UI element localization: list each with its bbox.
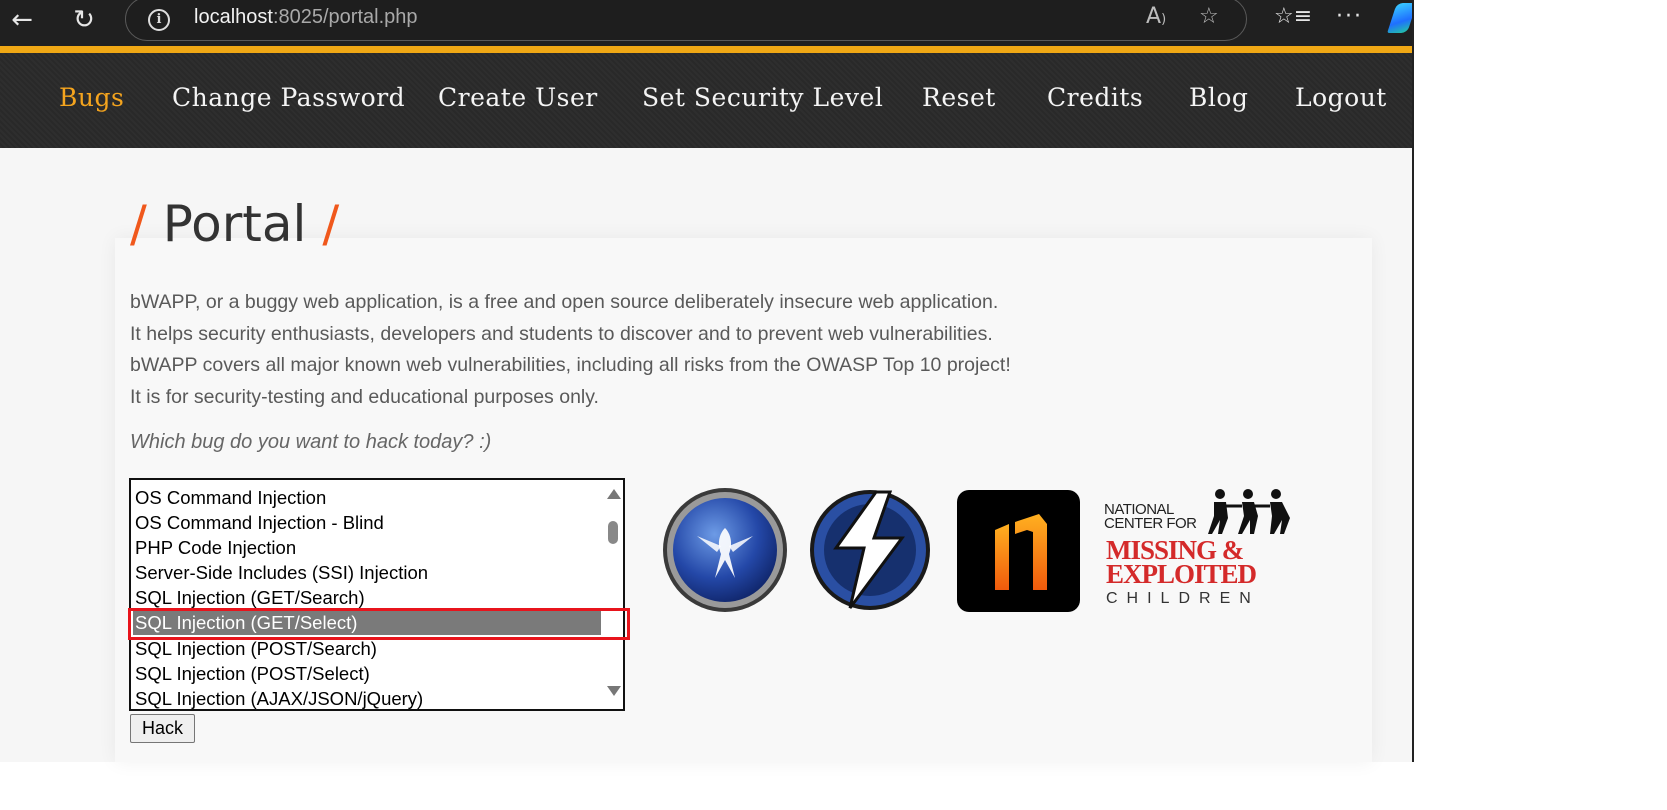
menu-item-create-user[interactable]: Create User [438,83,598,112]
back-arrow-icon[interactable]: ← [5,3,39,37]
scroll-up-arrow-icon[interactable] [607,489,621,499]
list-item[interactable]: Server-Side Includes (SSI) Injection [135,561,600,585]
intro-line: It helps security enthusiasts, developer… [130,322,993,345]
window-border [1412,0,1414,762]
bug-question: Which bug do you want to hack today? :) [130,431,492,453]
favorites-list-icon[interactable]: ☆≡ [1274,4,1312,29]
address-bar[interactable]: i localhost:8025/portal.php A) ☆ [125,0,1247,41]
netsparker-logo[interactable] [957,490,1080,612]
intro-line: bWAPP covers all major known web vulnera… [130,354,1011,376]
menu-item-bugs[interactable]: Bugs [59,83,124,112]
list-item[interactable]: PHP Code Injection [135,536,600,560]
ncmec-text: CHILDREN [1106,590,1260,607]
intro-line: bWAPP, or a buggy web application, is a … [130,291,999,313]
reload-icon[interactable]: ↻ [67,3,101,37]
scrollbar-thumb[interactable] [608,521,618,544]
url-text[interactable]: localhost:8025/portal.php [194,6,418,29]
bug-select-list[interactable]: OS Command Injection OS Command Injectio… [129,478,625,711]
intro-line: It is for security-testing and education… [130,385,599,408]
menu-item-reset[interactable]: Reset [922,83,996,112]
favorite-star-icon[interactable]: ☆ [1199,4,1219,29]
info-icon[interactable]: i [148,9,170,31]
menu-item-set-security-level[interactable]: Set Security Level [642,83,883,112]
list-item[interactable]: SQL Injection (GET/Search) [135,586,600,610]
more-icon[interactable]: ··· [1336,4,1363,29]
zap-logo[interactable] [806,486,934,614]
page-title: / Portal / [130,195,340,253]
list-item[interactable]: OS Command Injection - Blind [135,511,600,535]
menu-item-change-password[interactable]: Change Password [172,83,405,112]
children-silhouette-icon [1208,489,1290,534]
menu-item-blog[interactable]: Blog [1189,83,1248,112]
list-item[interactable]: OS Command Injection [135,486,600,510]
read-aloud-icon[interactable]: A) [1146,4,1166,29]
list-item[interactable]: SQL Injection (POST/Select) [135,662,600,686]
browser-toolbar: ← ↻ i localhost:8025/portal.php A) ☆ ☆≡ … [0,0,1417,46]
owasp-logo[interactable] [661,486,789,614]
main-menu: Bugs Change Password Create User Set Sec… [0,53,1412,148]
menu-item-logout[interactable]: Logout [1295,83,1387,112]
scroll-down-arrow-icon[interactable] [607,686,621,696]
selection-highlight-annotation [128,608,630,640]
list-item[interactable]: SQL Injection (AJAX/JSON/jQuery) [135,687,600,709]
ncmec-text: CENTER FOR [1104,515,1197,532]
ncmec-logo[interactable]: NATIONAL CENTER FOR MISSING & EXPLOITED … [1104,488,1304,613]
menu-item-credits[interactable]: Credits [1047,83,1143,112]
hack-button[interactable]: Hack [130,714,195,743]
tab-accent-bar [0,46,1412,53]
ncmec-text: EXPLOITED [1106,559,1257,589]
window-margin [1412,0,1667,810]
list-item[interactable]: SQL Injection (POST/Search) [135,637,600,661]
intro-text: bWAPP, or a buggy web application, is a … [130,287,1011,413]
